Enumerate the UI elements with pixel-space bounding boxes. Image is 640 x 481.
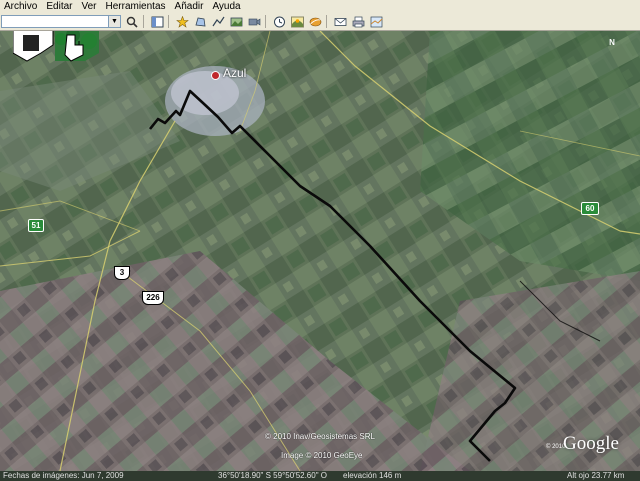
toolbar: ▼ — [0, 13, 640, 31]
hand-cursor-icon — [12, 31, 99, 62]
planet-button[interactable] — [307, 15, 323, 29]
print-button[interactable] — [350, 15, 366, 29]
elevation-text: elevación 146 m — [343, 471, 402, 480]
polygon-icon — [194, 17, 205, 26]
menu-herramientas[interactable]: Herramientas — [102, 0, 171, 13]
toolbar-separator — [168, 15, 169, 28]
view-in-maps-icon — [370, 16, 382, 27]
nav-control-overlay[interactable] — [12, 31, 99, 63]
toolbar-separator — [326, 15, 327, 28]
image-overlay-button[interactable] — [228, 15, 244, 29]
path-button[interactable] — [210, 15, 226, 29]
menu-bar: Archivo Editar Ver Herramientas Añadir A… — [0, 0, 640, 13]
compass-control[interactable]: N — [604, 35, 620, 51]
image-credit-text: Image © 2010 GeoEye — [281, 451, 363, 460]
path-icon — [212, 16, 224, 26]
sunlight-button[interactable] — [289, 15, 305, 29]
planet-icon — [309, 17, 321, 26]
search-input[interactable]: ▼ — [1, 15, 121, 28]
sidebar-toggle-icon — [151, 16, 163, 27]
polygon-button[interactable] — [192, 15, 208, 29]
email-button[interactable] — [332, 15, 348, 29]
print-icon — [352, 16, 364, 27]
status-bar: Fechas de imágenes: Jun 7, 2009 36°50'18… — [0, 471, 640, 481]
sunlight-icon — [290, 16, 304, 27]
image-overlay-icon — [230, 17, 242, 26]
search-icon — [126, 16, 138, 28]
city-marker[interactable] — [211, 71, 220, 80]
google-logo: Google — [563, 433, 619, 454]
view-in-maps-button[interactable] — [368, 15, 384, 29]
map-view[interactable]: N Azul 51 3 226 60 © 2010 Inav/Geosistem… — [0, 31, 640, 471]
toolbar-separator — [265, 15, 266, 28]
placemark-button[interactable] — [174, 15, 190, 29]
record-tour-button[interactable] — [246, 15, 262, 29]
imagery-date-text: Fechas de imágenes: Jun 7, 2009 — [3, 471, 124, 480]
search-dropdown-icon[interactable]: ▼ — [108, 16, 120, 27]
satellite-imagery — [0, 31, 640, 471]
compass-north-label: N — [609, 38, 615, 47]
historical-imagery-button[interactable] — [271, 15, 287, 29]
road-shield-226[interactable]: 226 — [142, 291, 164, 305]
search-button[interactable] — [124, 15, 140, 29]
menu-anadir[interactable]: Añadir — [171, 0, 209, 13]
road-shield-51[interactable]: 51 — [28, 219, 44, 232]
coordinates-text: 36°50'18.90" S 59°50'52.60" O — [218, 471, 327, 480]
historical-imagery-icon — [273, 16, 285, 27]
copyright-text: © 2010 Inav/Geosistemas SRL — [265, 432, 375, 441]
menu-ayuda[interactable]: Ayuda — [208, 0, 245, 13]
toolbar-separator — [143, 15, 144, 28]
record-tour-icon — [248, 17, 260, 26]
road-shield-60[interactable]: 60 — [581, 202, 599, 215]
city-label[interactable]: Azul — [223, 66, 246, 80]
eye-altitude-text: Alt ojo 23.77 km — [567, 471, 625, 480]
menu-editar[interactable]: Editar — [42, 0, 77, 13]
menu-archivo[interactable]: Archivo — [0, 0, 42, 13]
menu-ver[interactable]: Ver — [77, 0, 101, 13]
road-shield-3[interactable]: 3 — [114, 266, 130, 280]
placemark-icon — [175, 15, 189, 28]
email-icon — [334, 17, 346, 26]
sidebar-toggle-button[interactable] — [149, 15, 165, 29]
